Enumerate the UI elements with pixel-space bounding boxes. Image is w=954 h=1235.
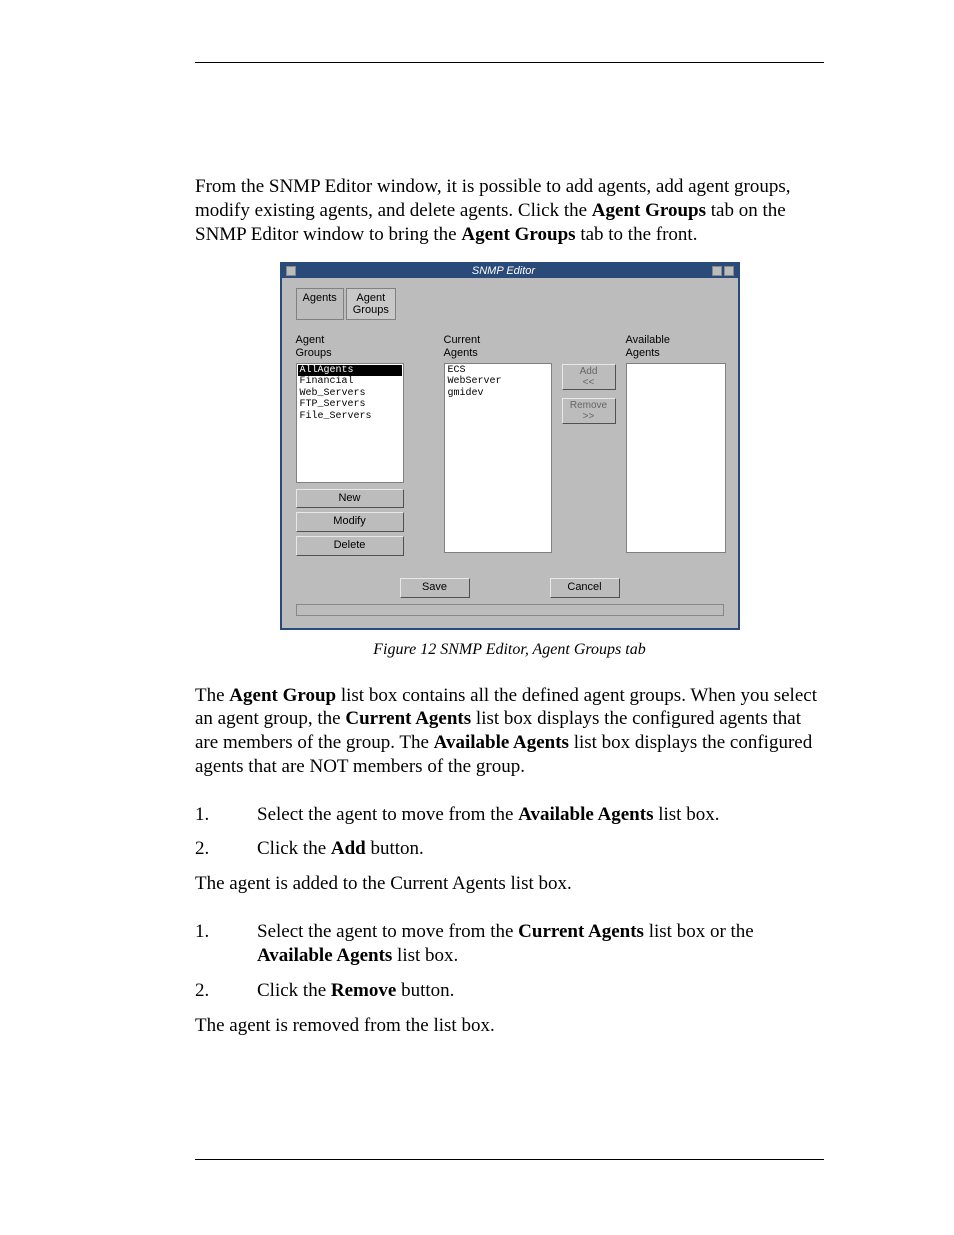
bold-text: Add (331, 838, 366, 859)
text: Agents (444, 347, 478, 359)
list-item[interactable]: File_Servers (298, 411, 402, 423)
text: The (195, 685, 229, 706)
bold-text: Current Agents (518, 921, 644, 942)
list-item[interactable]: Financial (298, 376, 402, 388)
list-item[interactable]: FTP_Servers (298, 399, 402, 411)
btn-arrows: >> (583, 411, 595, 422)
text: list box. (392, 945, 458, 966)
footer-rule (195, 1159, 824, 1160)
text: Select the agent to move from the (257, 804, 518, 825)
header-rule (195, 62, 824, 63)
remove-result-paragraph: The agent is removed from the list box. (195, 1014, 824, 1038)
transfer-buttons-column: Add << Remove >> (562, 362, 616, 424)
text: Agent (296, 334, 325, 346)
btn-arrows: << (583, 377, 595, 388)
step-number: 1. (195, 920, 257, 969)
current-agents-listbox[interactable]: ECS WebServer gmidev (444, 363, 552, 553)
bold-text: Agent Groups (461, 224, 575, 245)
bold-text: Agent Group (229, 685, 336, 706)
bold-text: Remove (331, 980, 396, 1001)
agent-groups-column: Agent Groups AllAgents Financial Web_Ser… (296, 334, 404, 555)
text: Select the agent to move from the (257, 921, 518, 942)
bold-text: Current Agents (345, 708, 471, 729)
bold-text: Available Agents (434, 732, 569, 753)
step-text: Select the agent to move from the Curren… (257, 920, 824, 969)
modify-button[interactable]: Modify (296, 512, 404, 532)
step-text: Click the Remove button. (257, 979, 824, 1004)
text: list box. (653, 804, 719, 825)
agent-groups-label: Agent Groups (296, 334, 404, 358)
current-agents-label: Current Agents (444, 334, 552, 358)
save-button[interactable]: Save (400, 578, 470, 598)
cancel-button[interactable]: Cancel (550, 578, 620, 598)
current-agents-column: Current Agents ECS WebServer gmidev (444, 334, 552, 552)
step-text: Select the agent to move from the Availa… (257, 803, 824, 828)
tab-label-line2: Groups (353, 304, 389, 316)
text: Available (626, 334, 670, 346)
text: Groups (296, 347, 332, 359)
agent-groups-listbox[interactable]: AllAgents Financial Web_Servers FTP_Serv… (296, 363, 404, 483)
description-paragraph: The Agent Group list box contains all th… (195, 684, 824, 779)
snmp-editor-figure: SNMP Editor Agents Agent Groups (280, 262, 740, 629)
step-item: 1. Select the agent to move from the Ava… (195, 803, 824, 828)
add-result-paragraph: The agent is added to the Current Agents… (195, 872, 824, 896)
list-item[interactable]: gmidev (446, 388, 550, 400)
intro-paragraph: From the SNMP Editor window, it is possi… (195, 175, 824, 246)
dialog-buttons: Save Cancel (296, 578, 724, 598)
new-button[interactable]: New (296, 489, 404, 509)
available-agents-listbox[interactable] (626, 363, 726, 553)
text: Current (444, 334, 481, 346)
text: Click the (257, 838, 331, 859)
step-item: 1. Select the agent to move from the Cur… (195, 920, 824, 969)
window-menu-icon[interactable] (286, 266, 296, 276)
list-item[interactable]: AllAgents (298, 365, 402, 377)
tab-agent-groups[interactable]: Agent Groups (346, 288, 396, 320)
tab-strip: Agents Agent Groups (296, 288, 724, 320)
bold-text: Available Agents (257, 945, 392, 966)
text: Agents (626, 347, 660, 359)
step-number: 2. (195, 979, 257, 1004)
available-agents-column: Available Agents (626, 334, 726, 552)
bold-text: Agent Groups (592, 200, 706, 221)
text: Click the (257, 980, 331, 1001)
list-item[interactable]: ECS (446, 365, 550, 377)
text: tab to the front. (576, 224, 698, 245)
text: button. (366, 838, 424, 859)
add-button[interactable]: Add << (562, 364, 616, 390)
btn-label: Remove (570, 400, 607, 411)
text: button. (396, 980, 454, 1001)
step-number: 2. (195, 837, 257, 862)
figure-caption: Figure 12 SNMP Editor, Agent Groups tab (195, 640, 824, 660)
snmp-editor-window: SNMP Editor Agents Agent Groups (280, 262, 740, 629)
bold-text: Available Agents (518, 804, 653, 825)
remove-button[interactable]: Remove >> (562, 398, 616, 424)
available-agents-label: Available Agents (626, 334, 726, 358)
step-item: 2. Click the Add button. (195, 837, 824, 862)
maximize-icon[interactable] (724, 266, 734, 276)
step-item: 2. Click the Remove button. (195, 979, 824, 1004)
step-text: Click the Add button. (257, 837, 824, 862)
text: list box or the (644, 921, 754, 942)
window-title: SNMP Editor (296, 265, 712, 278)
step-number: 1. (195, 803, 257, 828)
delete-button[interactable]: Delete (296, 536, 404, 556)
btn-label: Add (580, 366, 598, 377)
list-item[interactable]: Web_Servers (298, 388, 402, 400)
add-agent-steps: 1. Select the agent to move from the Ava… (195, 803, 824, 862)
remove-agent-steps: 1. Select the agent to move from the Cur… (195, 920, 824, 1004)
tab-label-line1: Agent (356, 292, 385, 304)
minimize-icon[interactable] (712, 266, 722, 276)
status-bar (296, 604, 724, 616)
list-item[interactable]: WebServer (446, 376, 550, 388)
tab-agents[interactable]: Agents (296, 288, 344, 320)
window-titlebar: SNMP Editor (282, 264, 738, 278)
